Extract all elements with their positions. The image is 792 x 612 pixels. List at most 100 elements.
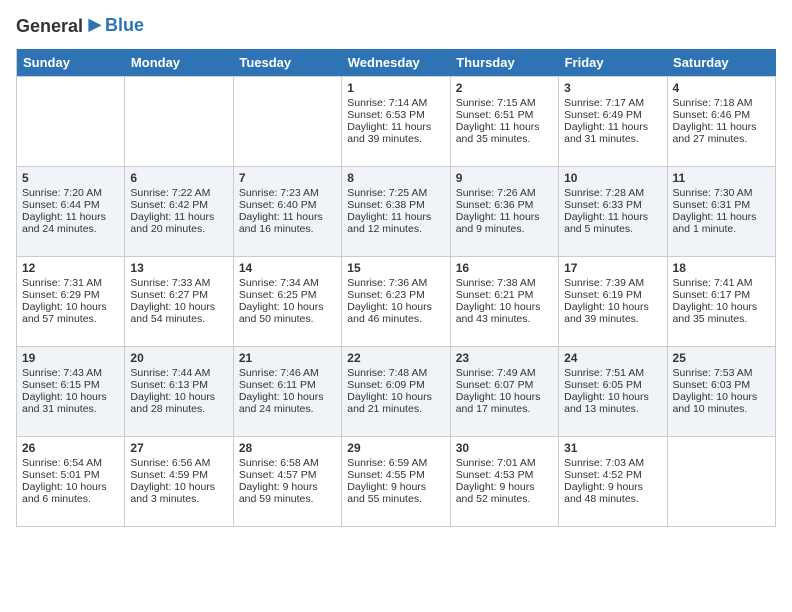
day-number: 31 (564, 441, 661, 455)
day-number: 5 (22, 171, 119, 185)
day-info: Sunset: 6:13 PM (130, 379, 227, 391)
day-info: Daylight: 11 hours and 16 minutes. (239, 211, 336, 235)
day-info: Sunset: 6:03 PM (673, 379, 770, 391)
day-number: 19 (22, 351, 119, 365)
day-info: Sunrise: 7:03 AM (564, 457, 661, 469)
day-info: Daylight: 10 hours and 50 minutes. (239, 301, 336, 325)
day-info: Sunset: 4:55 PM (347, 469, 444, 481)
day-info: Sunset: 6:15 PM (22, 379, 119, 391)
day-number: 10 (564, 171, 661, 185)
day-info: Sunrise: 6:54 AM (22, 457, 119, 469)
calendar-cell: 25Sunrise: 7:53 AMSunset: 6:03 PMDayligh… (667, 346, 775, 436)
day-header-sunday: Sunday (17, 49, 125, 77)
day-info: Daylight: 11 hours and 31 minutes. (564, 121, 661, 145)
day-info: Sunrise: 6:59 AM (347, 457, 444, 469)
week-row-2: 5 Sunrise: 7:20 AMSunset: 6:44 PM Daylight… (17, 166, 776, 256)
day-info: Sunrise: 7:22 AM (130, 187, 227, 199)
day-number: 7 (239, 171, 336, 185)
calendar-cell: 18Sunrise: 7:41 AMSunset: 6:17 PMDayligh… (667, 256, 775, 346)
calendar-cell: 16Sunrise: 7:38 AMSunset: 6:21 PMDayligh… (450, 256, 558, 346)
day-info: Sunset: 4:52 PM (564, 469, 661, 481)
week-row-4: 19Sunrise: 7:43 AMSunset: 6:15 PMDayligh… (17, 346, 776, 436)
day-info: Sunset: 6:27 PM (130, 289, 227, 301)
day-info: Daylight: 10 hours and 35 minutes. (673, 301, 770, 325)
week-row-3: 12Sunrise: 7:31 AMSunset: 6:29 PMDayligh… (17, 256, 776, 346)
day-info: Sunset: 6:21 PM (456, 289, 553, 301)
week-row-1: 1Sunrise: 7:14 AMSunset: 6:53 PMDaylight… (17, 76, 776, 166)
day-info: Daylight: 10 hours and 28 minutes. (130, 391, 227, 415)
calendar-cell: 24Sunrise: 7:51 AMSunset: 6:05 PMDayligh… (559, 346, 667, 436)
calendar-cell (125, 76, 233, 166)
day-info: Sunset: 6:51 PM (456, 109, 553, 121)
calendar-cell: 9Sunrise: 7:26 AMSunset: 6:36 PMDaylight… (450, 166, 558, 256)
day-info: Daylight: 10 hours and 43 minutes. (456, 301, 553, 325)
day-number: 13 (130, 261, 227, 275)
day-info: Daylight: 11 hours and 5 minutes. (564, 211, 661, 235)
day-info: Daylight: 11 hours and 39 minutes. (347, 121, 444, 145)
day-number: 17 (564, 261, 661, 275)
day-info: Sunrise: 7:34 AM (239, 277, 336, 289)
day-info: Daylight: 10 hours and 54 minutes. (130, 301, 227, 325)
day-header-saturday: Saturday (667, 49, 775, 77)
day-number: 8 (347, 171, 444, 185)
day-number: 27 (130, 441, 227, 455)
day-info: Sunrise: 7:44 AM (130, 367, 227, 379)
day-info: Sunrise: 7:51 AM (564, 367, 661, 379)
day-info: Sunset: 6:07 PM (456, 379, 553, 391)
day-info: Daylight: 9 hours and 59 minutes. (239, 481, 336, 505)
day-info: Sunrise: 7:53 AM (673, 367, 770, 379)
day-info: Sunset: 6:25 PM (239, 289, 336, 301)
day-info: Daylight: 10 hours and 31 minutes. (22, 391, 119, 415)
day-info: Sunset: 6:46 PM (673, 109, 770, 121)
calendar-cell: 5Sunrise: 7:20 AMSunset: 6:44 PMDaylight… (17, 166, 125, 256)
day-info: Daylight: 10 hours and 24 minutes. (239, 391, 336, 415)
day-info: Daylight: 11 hours and 35 minutes. (456, 121, 553, 145)
day-number: 9 (456, 171, 553, 185)
day-number: 12 (22, 261, 119, 275)
day-info: Daylight: 10 hours and 17 minutes. (456, 391, 553, 415)
day-info: Sunrise: 7:39 AM (564, 277, 661, 289)
calendar-cell: 15Sunrise: 7:36 AMSunset: 6:23 PMDayligh… (342, 256, 450, 346)
day-number: 16 (456, 261, 553, 275)
day-info: Sunset: 6:44 PM (22, 199, 119, 211)
day-info: Sunset: 6:36 PM (456, 199, 553, 211)
calendar-cell: 14Sunrise: 7:34 AMSunset: 6:25 PMDayligh… (233, 256, 341, 346)
day-info: Sunset: 6:23 PM (347, 289, 444, 301)
day-number: 11 (673, 171, 770, 185)
calendar-cell: 19Sunrise: 7:43 AMSunset: 6:15 PMDayligh… (17, 346, 125, 436)
day-number: 24 (564, 351, 661, 365)
calendar-cell: 27Sunrise: 6:56 AMSunset: 4:59 PMDayligh… (125, 436, 233, 526)
day-info: Sunrise: 7:36 AM (347, 277, 444, 289)
header-row: SundayMondayTuesdayWednesdayThursdayFrid… (17, 49, 776, 77)
calendar-cell: 7Sunrise: 7:23 AMSunset: 6:40 PMDaylight… (233, 166, 341, 256)
day-info: Sunrise: 7:49 AM (456, 367, 553, 379)
day-info: Daylight: 10 hours and 6 minutes. (22, 481, 119, 505)
day-number: 28 (239, 441, 336, 455)
day-info: Sunrise: 7:20 AM (22, 187, 119, 199)
day-number: 1 (347, 81, 444, 95)
day-info: Sunset: 6:49 PM (564, 109, 661, 121)
day-number: 3 (564, 81, 661, 95)
day-info: Sunrise: 7:01 AM (456, 457, 553, 469)
calendar-cell: 8Sunrise: 7:25 AMSunset: 6:38 PMDaylight… (342, 166, 450, 256)
day-number: 20 (130, 351, 227, 365)
day-info: Sunset: 6:31 PM (673, 199, 770, 211)
day-info: Daylight: 10 hours and 21 minutes. (347, 391, 444, 415)
day-info: Daylight: 10 hours and 46 minutes. (347, 301, 444, 325)
day-info: Sunrise: 7:17 AM (564, 97, 661, 109)
calendar-cell: 13Sunrise: 7:33 AMSunset: 6:27 PMDayligh… (125, 256, 233, 346)
day-info: Sunrise: 6:56 AM (130, 457, 227, 469)
day-info: Sunrise: 7:26 AM (456, 187, 553, 199)
day-info: Sunset: 6:53 PM (347, 109, 444, 121)
calendar-cell: 12Sunrise: 7:31 AMSunset: 6:29 PMDayligh… (17, 256, 125, 346)
day-info: Daylight: 10 hours and 13 minutes. (564, 391, 661, 415)
day-number: 2 (456, 81, 553, 95)
day-info: Sunrise: 7:48 AM (347, 367, 444, 379)
week-row-5: 26Sunrise: 6:54 AMSunset: 5:01 PMDayligh… (17, 436, 776, 526)
day-info: Sunrise: 6:58 AM (239, 457, 336, 469)
day-header-thursday: Thursday (450, 49, 558, 77)
day-info: Daylight: 11 hours and 1 minute. (673, 211, 770, 235)
calendar-cell (233, 76, 341, 166)
calendar-cell (17, 76, 125, 166)
calendar-cell: 3 Sunrise: 7:17 AMSunset: 6:49 PMDaylight… (559, 76, 667, 166)
